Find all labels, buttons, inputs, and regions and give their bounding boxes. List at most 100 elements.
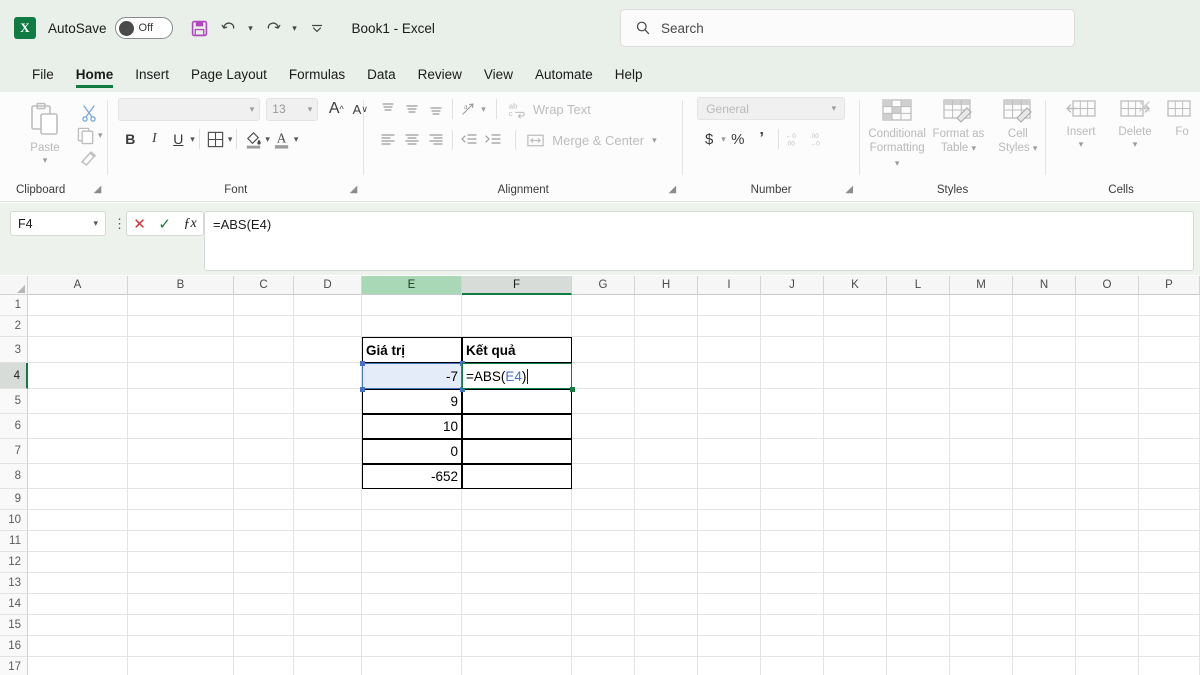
enter-icon[interactable]: ✓	[158, 215, 171, 233]
grid-cell-H3[interactable]	[635, 337, 698, 363]
reference-cell-E4[interactable]: -7	[362, 363, 462, 389]
column-header-B[interactable]: B	[128, 276, 234, 295]
grid-cell-I3[interactable]	[698, 337, 761, 363]
grid-cell-M9[interactable]	[950, 489, 1013, 510]
grid-cell-A7[interactable]	[28, 439, 128, 464]
grid-cell-G5[interactable]	[572, 389, 635, 414]
grid-cell-E10[interactable]	[362, 510, 462, 531]
grid-cell-H2[interactable]	[635, 316, 698, 337]
tab-insert[interactable]: Insert	[125, 62, 179, 87]
table-cell-E8[interactable]: -652	[362, 464, 462, 489]
reference-handle-top-left[interactable]	[360, 361, 365, 366]
grid-cell-M13[interactable]	[950, 573, 1013, 594]
grid-cell-D8[interactable]	[294, 464, 362, 489]
delete-cells-button[interactable]: Delete ▾	[1110, 97, 1160, 150]
clipboard-dialog-launcher[interactable]: ◢	[94, 184, 102, 195]
grid-cell-P4[interactable]	[1139, 363, 1200, 389]
grid-cell-L16[interactable]	[887, 636, 950, 657]
grid-cell-D3[interactable]	[294, 337, 362, 363]
grid-cell-I9[interactable]	[698, 489, 761, 510]
grid-cell-C12[interactable]	[234, 552, 294, 573]
grid-cell-D6[interactable]	[294, 414, 362, 439]
bold-button[interactable]: B	[118, 127, 142, 151]
grid-cell-B1[interactable]	[128, 295, 234, 316]
increase-indent-button[interactable]	[481, 128, 505, 152]
grid-cell-L8[interactable]	[887, 464, 950, 489]
grid-cell-N16[interactable]	[1013, 636, 1076, 657]
row-header-6[interactable]: 6	[0, 414, 28, 439]
column-header-G[interactable]: G	[572, 276, 635, 295]
grid-cell-N17[interactable]	[1013, 657, 1076, 675]
grid-cell-H15[interactable]	[635, 615, 698, 636]
grid-cell-A15[interactable]	[28, 615, 128, 636]
comma-style-button[interactable]: ’	[750, 127, 774, 151]
grid-cell-L15[interactable]	[887, 615, 950, 636]
orientation-button[interactable]: a	[457, 97, 481, 121]
column-header-H[interactable]: H	[635, 276, 698, 295]
grid-cell-D13[interactable]	[294, 573, 362, 594]
grid-cell-P15[interactable]	[1139, 615, 1200, 636]
grid-cell-D2[interactable]	[294, 316, 362, 337]
redo-dropdown-caret-icon[interactable]: ▾	[289, 23, 301, 34]
table-header-cell-E3[interactable]: Giá trị	[362, 337, 462, 363]
grid-cell-O16[interactable]	[1076, 636, 1139, 657]
format-as-table-button[interactable]: Format as Table ▾	[930, 97, 986, 156]
fill-color-button[interactable]	[241, 127, 265, 151]
align-middle-button[interactable]	[400, 97, 424, 121]
insert-cells-button[interactable]: Insert ▾	[1056, 97, 1106, 150]
grid-cell-B5[interactable]	[128, 389, 234, 414]
grid-cell-E12[interactable]	[362, 552, 462, 573]
grid-cell-L4[interactable]	[887, 363, 950, 389]
grid-cell-D14[interactable]	[294, 594, 362, 615]
grid-cell-L6[interactable]	[887, 414, 950, 439]
table-cell-F6[interactable]	[462, 414, 572, 439]
grid-cell-K12[interactable]	[824, 552, 887, 573]
grid-cell-C5[interactable]	[234, 389, 294, 414]
column-header-C[interactable]: C	[234, 276, 294, 295]
grid-cell-J3[interactable]	[761, 337, 824, 363]
grid-cell-D4[interactable]	[294, 363, 362, 389]
grid-cell-G9[interactable]	[572, 489, 635, 510]
grid-cell-P17[interactable]	[1139, 657, 1200, 675]
underline-button[interactable]: U	[166, 127, 190, 151]
grid-cell-B10[interactable]	[128, 510, 234, 531]
grid-cell-C13[interactable]	[234, 573, 294, 594]
grid-cell-B6[interactable]	[128, 414, 234, 439]
grid-cell-C4[interactable]	[234, 363, 294, 389]
row-header-4[interactable]: 4	[0, 363, 28, 389]
grid-cell-N3[interactable]	[1013, 337, 1076, 363]
grid-cell-G12[interactable]	[572, 552, 635, 573]
search-input[interactable]: Search	[661, 21, 704, 36]
grid-cell-N6[interactable]	[1013, 414, 1076, 439]
grid-cell-M15[interactable]	[950, 615, 1013, 636]
row-header-12[interactable]: 12	[0, 552, 28, 573]
borders-button[interactable]	[204, 127, 228, 151]
grid-cell-M7[interactable]	[950, 439, 1013, 464]
grid-cell-P2[interactable]	[1139, 316, 1200, 337]
grid-cell-B15[interactable]	[128, 615, 234, 636]
paste-dropdown-caret-icon[interactable]: ▾	[43, 155, 48, 166]
grid-cell-G14[interactable]	[572, 594, 635, 615]
grid-cell-G17[interactable]	[572, 657, 635, 675]
grid-cell-I13[interactable]	[698, 573, 761, 594]
grid-cell-P10[interactable]	[1139, 510, 1200, 531]
align-center-button[interactable]	[400, 128, 424, 152]
grid-cell-G13[interactable]	[572, 573, 635, 594]
redo-button[interactable]	[260, 15, 286, 41]
paste-button[interactable]: Paste ▾	[14, 97, 76, 166]
column-header-I[interactable]: I	[698, 276, 761, 295]
table-cell-E7[interactable]: 0	[362, 439, 462, 464]
grid-cell-J6[interactable]	[761, 414, 824, 439]
grid-cell-C14[interactable]	[234, 594, 294, 615]
grid-cell-J16[interactable]	[761, 636, 824, 657]
grid-cell-J4[interactable]	[761, 363, 824, 389]
tab-home[interactable]: Home	[66, 62, 124, 88]
column-header-K[interactable]: K	[824, 276, 887, 295]
grid-cell-K5[interactable]	[824, 389, 887, 414]
grid-cell-N8[interactable]	[1013, 464, 1076, 489]
grid-cell-M16[interactable]	[950, 636, 1013, 657]
tab-formulas[interactable]: Formulas	[279, 62, 355, 87]
grid-cell-G8[interactable]	[572, 464, 635, 489]
grid-cell-K17[interactable]	[824, 657, 887, 675]
grid-cell-O6[interactable]	[1076, 414, 1139, 439]
